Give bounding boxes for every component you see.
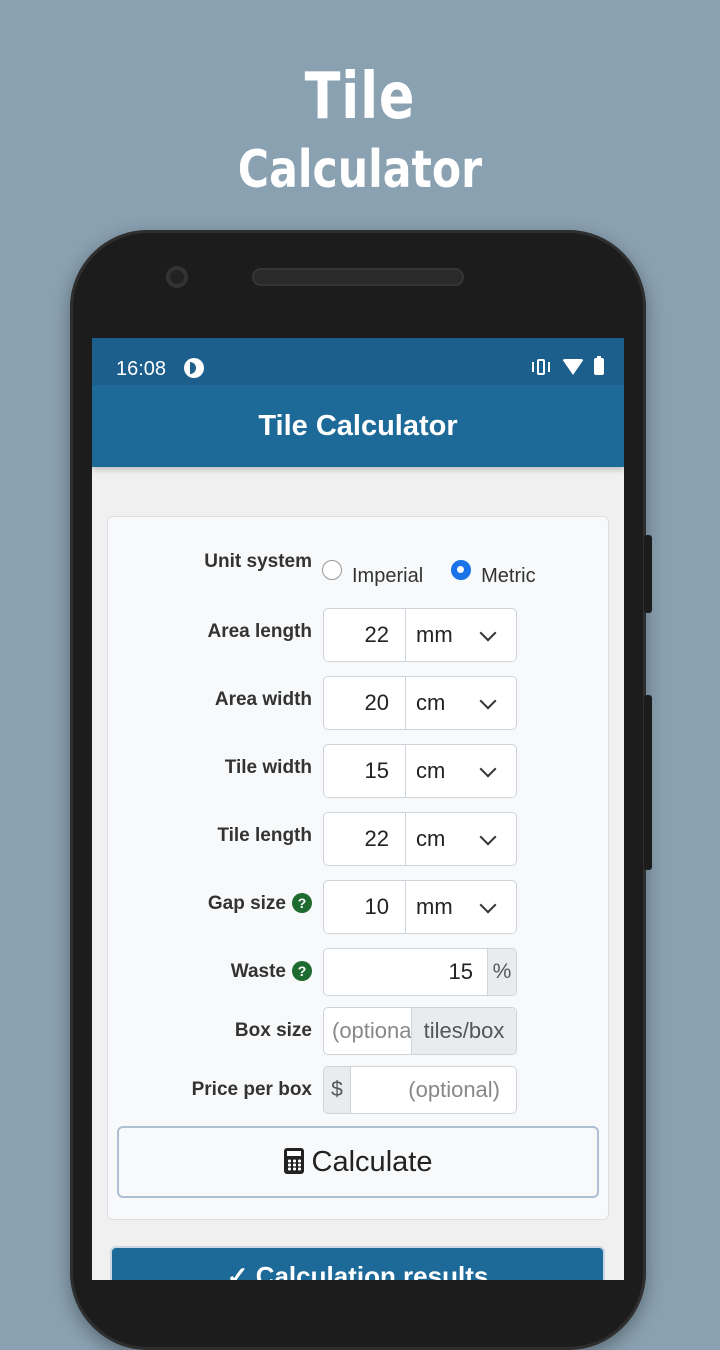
box-size-input-group: (optional) tiles/box (323, 1007, 517, 1055)
box-size-input[interactable]: (optional) (324, 1008, 412, 1054)
waste-input-group: 15 % (323, 948, 517, 996)
camera-icon (166, 266, 188, 288)
chevron-down-icon (479, 624, 497, 642)
waste-percent-addon: % (488, 949, 516, 995)
metric-radio[interactable] (451, 559, 472, 580)
tile-width-input[interactable]: 15 (324, 745, 406, 797)
area-width-unit-select[interactable]: cm (406, 677, 516, 729)
price-per-box-input-group: $ (optional) (323, 1066, 517, 1114)
area-width-input-group: 20 cm (323, 676, 517, 730)
price-per-box-label: Price per box (191, 1079, 312, 1100)
area-length-input[interactable]: 22 (324, 609, 406, 661)
waste-input[interactable]: 15 (324, 949, 488, 995)
calculate-button-label: Calculate (311, 1146, 433, 1178)
chevron-down-icon (479, 828, 497, 846)
promo-title-line2: Calculator (237, 140, 483, 200)
phone-screen: 16:08 Tile Calculator Unit system Imperi… (92, 338, 624, 1280)
power-button (644, 535, 652, 613)
chevron-down-icon (479, 896, 497, 914)
chevron-down-icon (479, 692, 497, 710)
area-length-input-group: 22 mm (323, 608, 517, 662)
area-length-label: Area length (207, 621, 312, 642)
notification-app-icon (184, 358, 204, 378)
area-width-input[interactable]: 20 (324, 677, 406, 729)
price-per-box-input[interactable]: (optional) (351, 1067, 516, 1113)
tile-length-input[interactable]: 22 (324, 813, 406, 865)
currency-addon: $ (324, 1067, 351, 1113)
tile-length-input-group: 22 cm (323, 812, 517, 866)
waste-label: Waste? (231, 961, 312, 983)
box-size-unit-addon: tiles/box (412, 1008, 516, 1054)
box-size-label: Box size (234, 1020, 312, 1041)
unit-system-label: Unit system (204, 551, 312, 572)
calculator-form-card: Unit system Imperial Metric Area length … (107, 516, 609, 1220)
tile-length-label: Tile length (217, 825, 312, 846)
promo-title-line1: Tile (304, 60, 416, 134)
imperial-radio-label[interactable]: Imperial (352, 565, 423, 588)
gap-size-label: Gap size? (208, 893, 312, 915)
area-width-label: Area width (214, 689, 312, 710)
app-bar-title: Tile Calculator (92, 385, 624, 467)
imperial-radio[interactable] (322, 559, 342, 580)
help-icon[interactable]: ? (292, 893, 312, 913)
gap-size-unit-select[interactable]: mm (406, 881, 516, 933)
gap-size-input[interactable]: 10 (324, 881, 406, 933)
calculate-button[interactable]: Calculate (117, 1126, 599, 1198)
gap-size-input-group: 10 mm (323, 880, 517, 934)
battery-icon (594, 356, 604, 375)
tile-width-input-group: 15 cm (323, 744, 517, 798)
tile-width-label: Tile width (224, 757, 312, 778)
speaker-grille (252, 268, 464, 286)
help-icon[interactable]: ? (292, 961, 312, 981)
status-bar: 16:08 (92, 338, 624, 385)
calculation-results-header[interactable]: ✓ Calculation results (110, 1246, 605, 1280)
status-time: 16:08 (116, 358, 167, 380)
vibrate-icon (530, 358, 552, 375)
calculator-icon (283, 1148, 304, 1174)
metric-radio-label[interactable]: Metric (481, 565, 535, 588)
wifi-icon (562, 358, 584, 375)
chevron-down-icon (479, 760, 497, 778)
unit-system-radio-group: Imperial Metric (322, 551, 564, 588)
tile-width-unit-select[interactable]: cm (406, 745, 516, 797)
volume-button (644, 695, 652, 870)
tile-length-unit-select[interactable]: cm (406, 813, 516, 865)
area-length-unit-select[interactable]: mm (406, 609, 516, 661)
